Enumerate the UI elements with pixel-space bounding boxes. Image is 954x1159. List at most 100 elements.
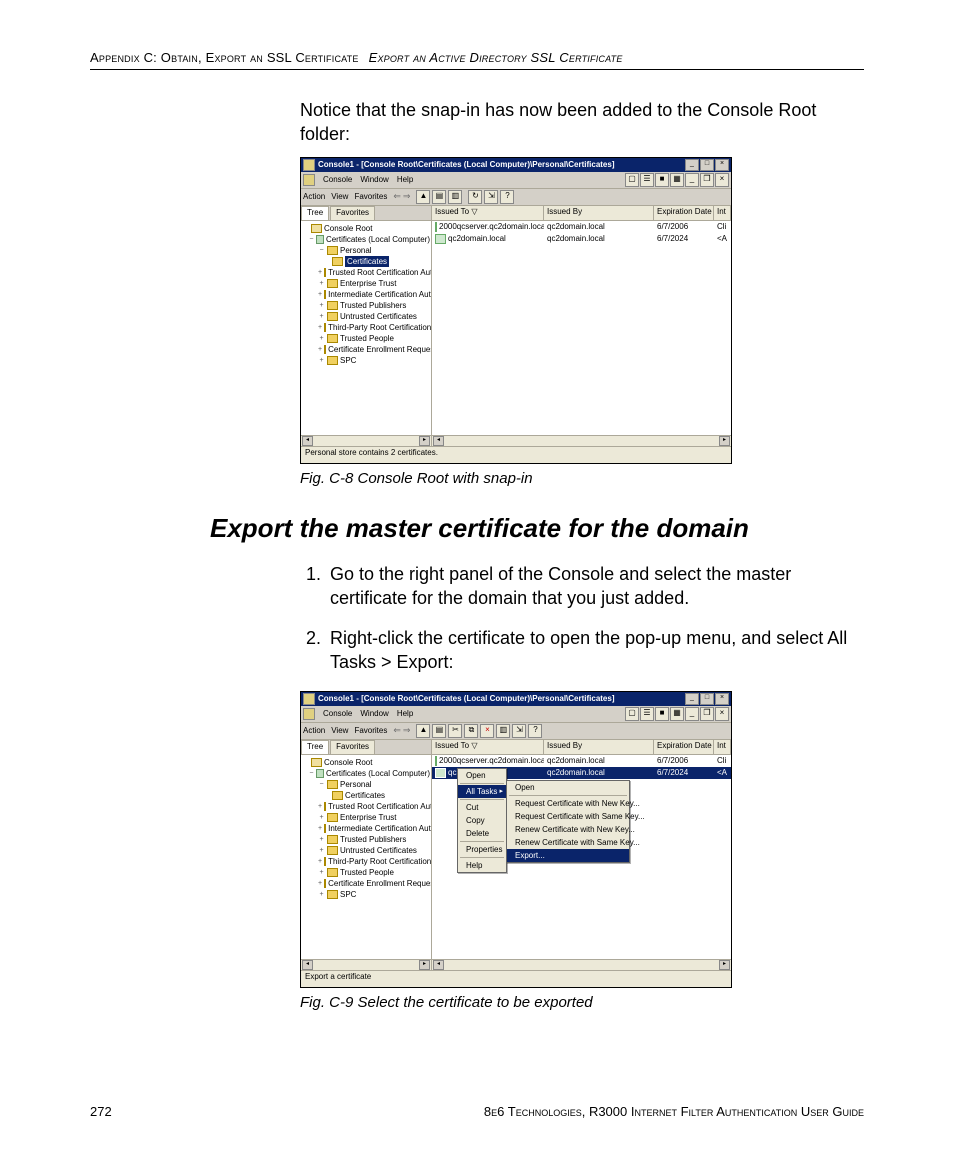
back-icon[interactable]: ⇐: [393, 725, 401, 736]
list-icon[interactable]: ▤: [432, 724, 446, 738]
child-minimize-button[interactable]: _: [685, 173, 699, 187]
save-icon[interactable]: ■: [655, 173, 669, 187]
open-icon[interactable]: ☰: [640, 173, 654, 187]
menu-console[interactable]: Console: [323, 175, 352, 184]
col-issued-by[interactable]: Issued By: [544, 740, 654, 754]
list-icon[interactable]: ▤: [432, 190, 446, 204]
menu-action[interactable]: Action: [303, 192, 325, 201]
export-icon[interactable]: ⇲: [484, 190, 498, 204]
col-expiration[interactable]: Expiration Date: [654, 206, 714, 220]
maximize-button[interactable]: □: [700, 159, 714, 171]
ctx-properties[interactable]: Properties: [458, 843, 506, 856]
scroll-right-icon[interactable]: ▸: [419, 436, 430, 446]
open-icon[interactable]: ☰: [640, 707, 654, 721]
list-hscroll[interactable]: ◂ ▸: [432, 435, 731, 446]
delete-icon[interactable]: ×: [480, 724, 494, 738]
menu-window[interactable]: Window: [360, 175, 388, 184]
menu-help[interactable]: Help: [397, 709, 413, 718]
scroll-right-icon[interactable]: ▸: [419, 960, 430, 970]
table-row[interactable]: 2000qcserver.qc2domain.local qc2domain.l…: [432, 221, 731, 233]
scroll-right-icon[interactable]: ▸: [719, 436, 730, 446]
copy-icon[interactable]: ⧉: [464, 724, 478, 738]
tree-thirdparty[interactable]: Third-Party Root Certification Autho: [328, 322, 431, 333]
grid-icon[interactable]: ▦: [670, 173, 684, 187]
col-issued-to[interactable]: Issued To ▽: [432, 740, 544, 754]
tree-thirdparty[interactable]: Third-Party Root Certification Autho: [328, 856, 431, 867]
maximize-button[interactable]: □: [700, 693, 714, 705]
new-icon[interactable]: ▢: [625, 173, 639, 187]
child-close-button[interactable]: ×: [715, 707, 729, 721]
tree-enroll[interactable]: Certificate Enrollment Requests: [328, 878, 431, 889]
menu-favorites[interactable]: Favorites: [354, 192, 387, 201]
col-intended[interactable]: Int: [714, 206, 731, 220]
child-restore-button[interactable]: ❐: [700, 707, 714, 721]
tree-trusted-people[interactable]: Trusted People: [340, 333, 394, 344]
tree-enroll[interactable]: Certificate Enrollment Requests: [328, 344, 431, 355]
new-icon[interactable]: ▢: [625, 707, 639, 721]
minimize-button[interactable]: _: [685, 159, 699, 171]
list-hscroll[interactable]: ◂ ▸: [432, 959, 731, 970]
menu-favorites[interactable]: Favorites: [354, 726, 387, 735]
help-icon[interactable]: ?: [500, 190, 514, 204]
menu-help[interactable]: Help: [397, 175, 413, 184]
ctx-all-tasks[interactable]: All Tasks▸: [458, 785, 506, 798]
minimize-button[interactable]: _: [685, 693, 699, 705]
ctx-request-new-key[interactable]: Request Certificate with New Key...: [507, 797, 629, 810]
ctx-cut[interactable]: Cut: [458, 801, 506, 814]
ctx-export[interactable]: Export...: [507, 849, 629, 862]
col-issued-to[interactable]: Issued To ▽: [432, 206, 544, 220]
tree-certificates[interactable]: Certificates: [345, 790, 385, 801]
back-icon[interactable]: ⇐: [393, 191, 401, 202]
tree-personal[interactable]: Personal: [340, 245, 372, 256]
help-icon[interactable]: ?: [528, 724, 542, 738]
tree-cert-local[interactable]: Certificates (Local Computer): [326, 768, 430, 779]
tree-trusted-pub[interactable]: Trusted Publishers: [340, 834, 406, 845]
tree-untrusted[interactable]: Untrusted Certificates: [340, 311, 417, 322]
tree-trusted-root[interactable]: Trusted Root Certification Authoritie: [328, 267, 431, 278]
tree-personal[interactable]: Personal: [340, 779, 372, 790]
tab-favorites[interactable]: Favorites: [330, 206, 375, 220]
tree-spc[interactable]: SPC: [340, 889, 356, 900]
up-icon[interactable]: ▲: [416, 724, 430, 738]
tree-untrusted[interactable]: Untrusted Certificates: [340, 845, 417, 856]
col-intended[interactable]: Int: [714, 740, 731, 754]
close-button[interactable]: ×: [715, 159, 729, 171]
tree-hscroll[interactable]: ◂ ▸: [301, 435, 431, 446]
menu-action[interactable]: Action: [303, 726, 325, 735]
tree-trusted-pub[interactable]: Trusted Publishers: [340, 300, 406, 311]
ctx-copy[interactable]: Copy: [458, 814, 506, 827]
props-icon[interactable]: ▥: [496, 724, 510, 738]
tree-trusted-root[interactable]: Trusted Root Certification Authoritie: [328, 801, 431, 812]
scroll-left-icon[interactable]: ◂: [433, 436, 444, 446]
tree-console-root[interactable]: Console Root: [324, 757, 372, 768]
forward-icon[interactable]: ⇒: [403, 725, 411, 736]
tree-body[interactable]: Console Root −Certificates (Local Comput…: [301, 221, 431, 435]
col-expiration[interactable]: Expiration Date: [654, 740, 714, 754]
child-restore-button[interactable]: ❐: [700, 173, 714, 187]
col-issued-by[interactable]: Issued By: [544, 206, 654, 220]
scroll-right-icon[interactable]: ▸: [719, 960, 730, 970]
menu-window[interactable]: Window: [360, 709, 388, 718]
tree-intermediate[interactable]: Intermediate Certification Authoritie: [328, 289, 431, 300]
tab-tree[interactable]: Tree: [301, 740, 329, 754]
close-button[interactable]: ×: [715, 693, 729, 705]
menu-view[interactable]: View: [331, 192, 348, 201]
ctx-delete[interactable]: Delete: [458, 827, 506, 840]
ctx-renew-new-key[interactable]: Renew Certificate with New Key...: [507, 823, 629, 836]
tab-favorites[interactable]: Favorites: [330, 740, 375, 754]
child-minimize-button[interactable]: _: [685, 707, 699, 721]
tab-tree[interactable]: Tree: [301, 206, 329, 220]
up-icon[interactable]: ▲: [416, 190, 430, 204]
forward-icon[interactable]: ⇒: [403, 191, 411, 202]
scroll-left-icon[interactable]: ◂: [302, 436, 313, 446]
tree-trusted-people[interactable]: Trusted People: [340, 867, 394, 878]
menu-view[interactable]: View: [331, 726, 348, 735]
table-row[interactable]: 2000qcserver.qc2domain.local qc2domain.l…: [432, 755, 731, 767]
ctx-open[interactable]: Open: [458, 769, 506, 782]
tree-intermediate[interactable]: Intermediate Certification Authoritie: [328, 823, 431, 834]
grid-icon[interactable]: ▦: [670, 707, 684, 721]
tree-body[interactable]: Console Root −Certificates (Local Comput…: [301, 755, 431, 959]
scroll-left-icon[interactable]: ◂: [433, 960, 444, 970]
ctx-request-same-key[interactable]: Request Certificate with Same Key...: [507, 810, 629, 823]
table-row[interactable]: qc2domain.local qc2domain.local 6/7/2024…: [432, 233, 731, 245]
